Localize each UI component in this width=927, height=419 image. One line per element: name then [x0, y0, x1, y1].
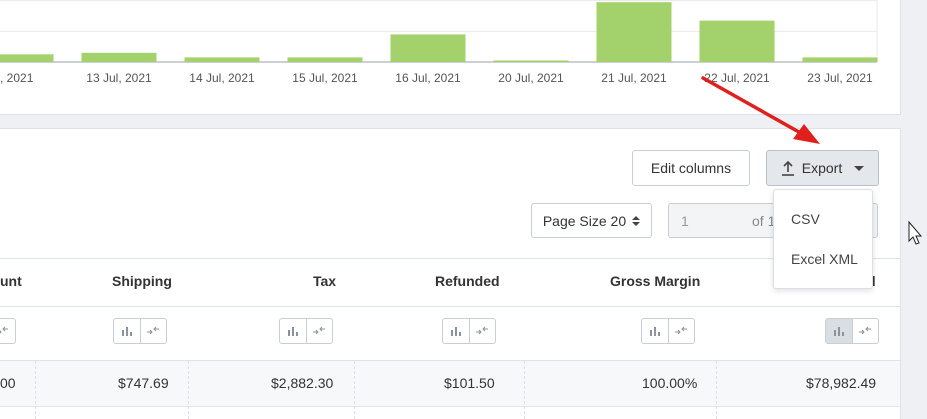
- cell-tax: $2,882.30: [271, 375, 334, 391]
- cell-shipping: $747.69: [118, 375, 169, 391]
- x-tick-label: 20 Jul, 2021: [498, 71, 564, 85]
- export-button[interactable]: Export: [766, 150, 879, 186]
- upload-icon: [781, 160, 795, 176]
- x-tick-label: 16 Jul, 2021: [395, 71, 461, 85]
- x-tick-label: 13 Jul, 2021: [86, 71, 152, 85]
- sort-updown-icon: [632, 215, 641, 226]
- column-divider: [35, 361, 36, 419]
- bar-chart-icon[interactable]: [443, 319, 469, 343]
- x-tick-label: 15 Jul, 2021: [292, 71, 358, 85]
- page-size-label: Page Size 20: [542, 212, 627, 229]
- export-csv-option[interactable]: CSV: [791, 211, 820, 227]
- total-chart-toggle[interactable]: [825, 318, 879, 344]
- table-row[interactable]: 00 $747.69 $2,882.30 $101.50 100.00% $78…: [0, 361, 900, 419]
- column-header-tax[interactable]: Tax: [313, 273, 336, 289]
- mouse-cursor-icon: [908, 220, 923, 245]
- x-tick-label: 22 Jul, 2021: [704, 71, 770, 85]
- page-number-value: 1: [681, 213, 689, 229]
- column-header-amount[interactable]: unt: [0, 273, 22, 289]
- bar-chart-icon[interactable]: [280, 319, 306, 343]
- compare-arrows-icon[interactable]: [0, 319, 15, 343]
- cell-total: $78,982.49: [806, 375, 877, 391]
- column-divider: [188, 361, 189, 419]
- cell-amount: 00: [0, 375, 16, 391]
- compare-arrows-icon[interactable]: [667, 319, 695, 343]
- table-header-row: unt Shipping Tax Refunded Gross Margin a…: [0, 258, 900, 307]
- chevron-down-icon: [854, 165, 865, 171]
- column-divider: [354, 361, 355, 419]
- edit-columns-button[interactable]: Edit columns: [632, 150, 750, 186]
- refunded-chart-toggle[interactable]: [442, 318, 496, 344]
- report-table-card: Edit columns Export Page Size 20 1 of 1 …: [0, 128, 901, 419]
- column-header-shipping[interactable]: Shipping: [112, 273, 172, 289]
- x-tick-label: 23 Jul, 2021: [807, 71, 873, 85]
- chart-bar[interactable]: [0, 54, 54, 62]
- gross-margin-chart-toggle[interactable]: [641, 318, 695, 344]
- x-tick-label: , 2021: [0, 71, 34, 85]
- edit-columns-label: Edit columns: [650, 160, 732, 176]
- page-size-select[interactable]: Page Size 20: [531, 203, 652, 238]
- column-divider: [716, 361, 717, 419]
- compare-arrows-icon[interactable]: [305, 319, 333, 343]
- chart-bar[interactable]: [81, 52, 157, 62]
- bar-chart-icon[interactable]: [114, 319, 140, 343]
- export-excel-xml-option[interactable]: Excel XML: [791, 251, 858, 267]
- chart-bar[interactable]: [390, 34, 466, 62]
- column-chart-toggle-row: [0, 306, 900, 361]
- column-header-gross-margin[interactable]: Gross Margin: [610, 273, 700, 289]
- amount-chart-toggle[interactable]: [0, 318, 16, 344]
- column-header-refunded[interactable]: Refunded: [435, 273, 500, 289]
- x-tick-label: 14 Jul, 2021: [189, 71, 255, 85]
- bar-chart-icon[interactable]: [642, 319, 668, 343]
- chart-bar[interactable]: [596, 2, 672, 62]
- cell-refunded: $101.50: [444, 375, 495, 391]
- shipping-chart-toggle[interactable]: [113, 318, 167, 344]
- x-tick-label: 21 Jul, 2021: [601, 71, 667, 85]
- export-label: Export: [801, 160, 843, 176]
- tax-chart-toggle[interactable]: [279, 318, 333, 344]
- sales-chart-card: , 2021 13 Jul, 2021 14 Jul, 2021 15 Jul, 20…: [0, 0, 901, 115]
- compare-arrows-icon[interactable]: [468, 319, 496, 343]
- chart-bar[interactable]: [184, 57, 260, 62]
- sales-bar-chart: , 2021 13 Jul, 2021 14 Jul, 2021 15 Jul, 20…: [0, 0, 878, 85]
- chart-bar[interactable]: [493, 60, 569, 62]
- page-total: of 1: [752, 213, 776, 229]
- cell-gross-margin: 100.00%: [642, 375, 698, 391]
- column-divider: [524, 361, 525, 419]
- chart-bar[interactable]: [699, 20, 775, 63]
- export-dropdown-menu: CSV Excel XML: [773, 189, 873, 289]
- chart-bar[interactable]: [802, 57, 878, 62]
- compare-arrows-icon[interactable]: [139, 319, 167, 343]
- compare-arrows-icon[interactable]: [851, 319, 879, 343]
- chart-bar[interactable]: [287, 57, 363, 62]
- bar-chart-icon[interactable]: [826, 319, 852, 343]
